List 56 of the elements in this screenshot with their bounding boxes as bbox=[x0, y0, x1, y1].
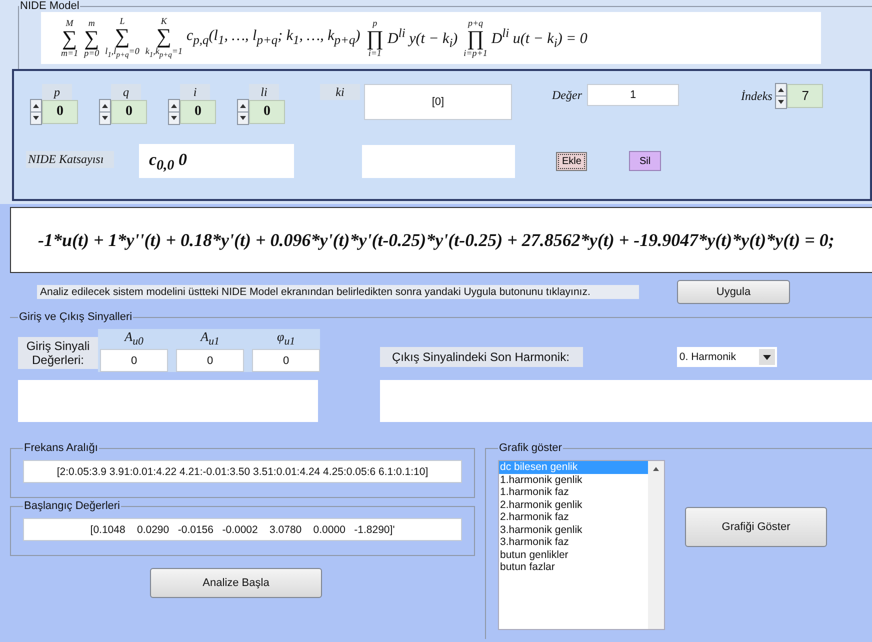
spinner-arrows[interactable] bbox=[30, 99, 42, 125]
spinner-value[interactable]: 0 bbox=[42, 100, 78, 124]
harmonic-dropdown[interactable]: 0. Harmonik bbox=[677, 347, 778, 367]
value-label: Değer bbox=[551, 86, 583, 104]
list-item[interactable]: butun fazlar bbox=[499, 561, 648, 574]
apply-button[interactable]: Uygula bbox=[677, 280, 790, 304]
equation-text: -1*u(t) + 1*y''(t) + 0.18*y'(t) + 0.096*y'(t)*y'(t-0.25)*y'(t-0.25) + 27.8562*y(t) + -19.9047*y(t)*y(t)*y(t) = 0; bbox=[38, 230, 834, 250]
group-title: Başlangıç Değerleri bbox=[23, 500, 121, 512]
button[interactable]: Sil bbox=[629, 151, 661, 171]
coefficient-label: NIDE Katsayısı bbox=[26, 150, 114, 168]
analyze-button[interactable]: Analize Başla bbox=[150, 568, 322, 598]
ki-field[interactable]: [0] bbox=[364, 84, 512, 120]
spinner-arrows[interactable] bbox=[168, 99, 180, 125]
column-label: A$_{u1}$ bbox=[200, 329, 220, 349]
frequency-field[interactable]: [2:0.05:3.9 3.91:0.01:4.22 4.21:-0.01:3.50 3.51:0.01:4.24 4.25:0.05:6 6.1:0.1:10] bbox=[23, 460, 462, 483]
input-label: Giriş Sinyali Değerleri: bbox=[18, 337, 98, 369]
show-graph-button[interactable]: Grafiği Göster bbox=[685, 507, 827, 547]
group-title: Frekans Aralığı bbox=[23, 442, 99, 454]
spinner-arrows[interactable] bbox=[775, 83, 788, 109]
list-item[interactable]: 3.harmonik faz bbox=[499, 536, 648, 548]
list-item[interactable]: 1.harmonik faz bbox=[499, 486, 648, 498]
spinner-arrows[interactable] bbox=[237, 99, 249, 125]
spinner-value[interactable]: 7 bbox=[787, 84, 824, 108]
list-item[interactable]: 1.harmonik genlik bbox=[499, 474, 648, 486]
group-title: Grafik göster bbox=[498, 442, 563, 454]
coefficient-field[interactable]: c$_{0,0}$ 0 bbox=[139, 144, 294, 178]
spinner-arrows[interactable] bbox=[99, 99, 111, 125]
list-item[interactable]: 2.harmonik faz bbox=[499, 511, 648, 524]
spinner-value[interactable]: 0 bbox=[249, 100, 285, 124]
input-field[interactable]: 0 bbox=[176, 349, 244, 372]
instruction-text: Analiz edilecek sistem modelini üstteki NIDE Model ekranından belirledikten sonra yandaki Uygula butonunu tıklayınız. bbox=[37, 285, 639, 299]
parameter-label: i bbox=[180, 84, 210, 100]
button[interactable]: Ekle bbox=[556, 152, 588, 170]
initial-values-field[interactable]: [0.1048 0.0290 -0.0156 -0.0002 3.0780 0.0000 -1.8290]' bbox=[23, 518, 462, 541]
list-item[interactable]: 3.harmonik genlik bbox=[499, 524, 648, 536]
column-label: A$_{u0}$ bbox=[124, 329, 144, 349]
spinner-value[interactable]: 0 bbox=[111, 100, 147, 124]
formula: M ∑ m=1 m ∑ p=0 L ∑ l$_{1}$,l$_{p+q}$=0 K ∑ k$_{1}$,k$_{p+q}$=1 c$_{p,q}$(l$_{1}$, …, l$_{p+q}$; k$_{1}$, …, k$_{p+q}$) p ∏ i=1 D$^{li}$ y(t − k$_{i}$) p+q ∏ i=p+1 D$^{li}$ u(t − k$_{i}$) = 0 bbox=[41, 12, 821, 64]
list-item[interactable]: butun genlikler bbox=[499, 548, 648, 561]
parameter-label: ki bbox=[320, 84, 360, 100]
list-item[interactable]: 2.harmonik genlik bbox=[499, 498, 648, 511]
spinner-value[interactable]: 0 bbox=[180, 100, 216, 124]
parameter-label: li bbox=[249, 84, 279, 100]
scrollbar[interactable] bbox=[648, 461, 664, 629]
group-title: Giriş ve Çıkış Sinyalleri bbox=[18, 311, 134, 323]
group-title: NIDE Model bbox=[19, 0, 80, 12]
input-field[interactable]: 0 bbox=[100, 349, 168, 372]
input-field[interactable] bbox=[362, 144, 515, 178]
parameter-label: p bbox=[42, 84, 72, 100]
parameter-label: q bbox=[111, 84, 141, 100]
column-label: φ$_{u1}$ bbox=[276, 329, 296, 349]
value-field[interactable]: 1 bbox=[587, 84, 679, 106]
index-label: İndeks bbox=[740, 88, 774, 104]
input-field[interactable]: 0 bbox=[252, 349, 320, 372]
caret-icon bbox=[759, 349, 776, 365]
output-label: Çıkış Sinyalindeki Son Harmonik: bbox=[380, 347, 584, 367]
